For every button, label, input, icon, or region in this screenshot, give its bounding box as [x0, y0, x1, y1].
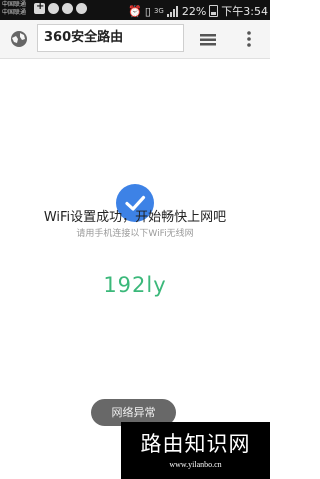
browser-toolbar: 360安全路由 [0, 20, 270, 59]
wechat-icon [48, 3, 59, 14]
url-bar[interactable]: 360安全路由 [37, 24, 184, 52]
wifi-ssid: 192ly [103, 273, 167, 297]
watermark-title: 路由知识网 [140, 432, 251, 456]
success-title: WiFi设置成功，开始畅快上网吧 [43, 210, 227, 225]
message-icon [76, 3, 87, 14]
watermark: 路由知识网 www.yilanbo.cn [121, 422, 270, 479]
add-notification-icon [34, 1, 45, 14]
carrier-labels: 中国联通 中国联通 [2, 1, 26, 17]
battery-icon [209, 5, 219, 17]
connect-hint: 请用手机连接以下WiFi无线网 [76, 229, 194, 239]
more-options-icon[interactable] [239, 29, 259, 49]
status-bar: 中国联通 中国联通 ⏰ ▯ 3G 22% 下午3:54 [0, 0, 270, 20]
network-tag: 3G [153, 7, 164, 15]
signal-icon [166, 5, 179, 17]
carrier-2: 中国联通 [2, 9, 27, 16]
tabs-menu-icon[interactable] [198, 29, 218, 49]
carrier-1: 中国联通 [2, 1, 27, 8]
globe-icon[interactable] [9, 29, 29, 49]
clock: 下午3:54 [221, 5, 268, 18]
battery-percent: 22% [181, 4, 207, 18]
status-right: ⏰ ▯ 3G 22% 下午3:54 [128, 3, 268, 19]
watermark-url: www.yilanbo.cn [169, 460, 222, 469]
wechat-icon-2 [62, 3, 73, 14]
alarm-icon: ⏰ [128, 4, 142, 18]
vibrate-icon: ▯ [144, 4, 151, 18]
notification-icons [34, 1, 87, 14]
